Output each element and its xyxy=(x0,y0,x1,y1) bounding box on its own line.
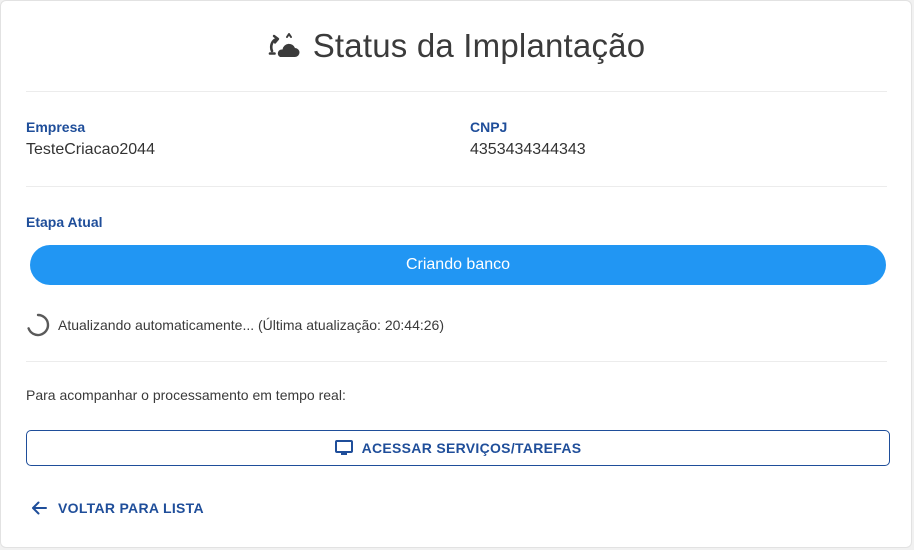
back-to-list-button[interactable]: VOLTAR PARA LISTA xyxy=(30,495,204,521)
header-divider xyxy=(26,91,887,92)
cloud-sync-icon xyxy=(267,31,301,61)
access-services-label: ACESSAR SERVIÇOS/TAREFAS xyxy=(361,440,582,456)
info-divider xyxy=(26,186,887,187)
current-stage-text: Criando banco xyxy=(405,256,511,273)
arrow-left-icon xyxy=(30,499,48,517)
stage-label: Etapa Atual xyxy=(26,214,103,230)
company-label: Empresa xyxy=(26,119,86,135)
realtime-hint: Para acompanhar o processamento em tempo… xyxy=(26,387,346,403)
refresh-divider xyxy=(26,361,887,362)
back-to-list-label: VOLTAR PARA LISTA xyxy=(58,500,204,516)
cnpj-value: 4353434344343 xyxy=(470,141,586,158)
auto-refresh-status: Atualizando automaticamente... (Última a… xyxy=(26,312,444,338)
current-stage-bar: Criando banco xyxy=(30,245,886,285)
company-value: TesteCriacao2044 xyxy=(26,141,155,158)
status-card: Status da Implantação Empresa TesteCriac… xyxy=(0,0,912,548)
access-services-button[interactable]: ACESSAR SERVIÇOS/TAREFAS xyxy=(26,430,890,466)
refresh-text: Atualizando automaticamente... (Última a… xyxy=(58,317,444,333)
monitor-icon xyxy=(334,440,353,456)
page-header: Status da Implantação xyxy=(1,23,911,69)
loading-spinner-icon xyxy=(26,313,50,337)
page-title: Status da Implantação xyxy=(312,27,646,64)
cnpj-label: CNPJ xyxy=(470,119,508,135)
